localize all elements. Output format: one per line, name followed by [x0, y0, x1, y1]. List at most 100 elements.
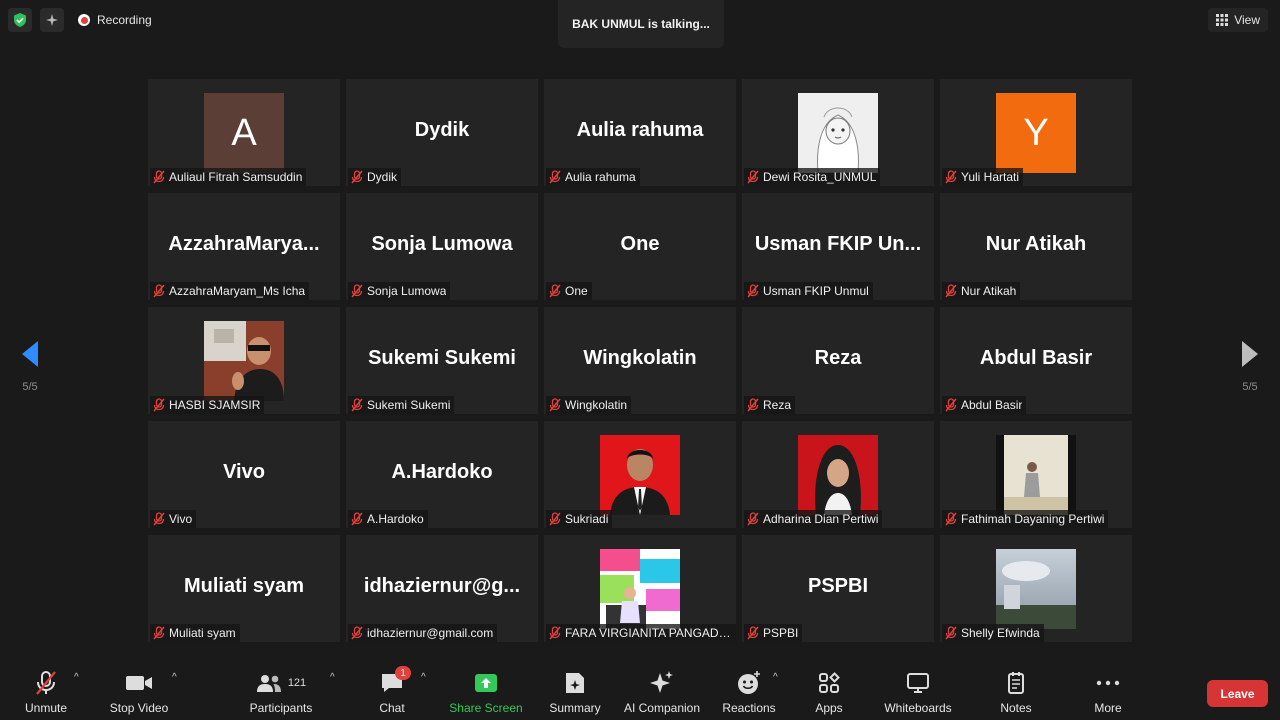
- muted-mic-icon: [945, 626, 957, 640]
- recording-indicator[interactable]: Recording: [78, 13, 152, 27]
- view-button[interactable]: View: [1208, 8, 1268, 32]
- summary-button[interactable]: Summary: [546, 670, 604, 715]
- participant-display-name: AzzahraMarya...: [168, 233, 320, 255]
- participant-tile[interactable]: Dydik Dydik: [346, 79, 538, 186]
- participant-tile[interactable]: Vivo Vivo: [148, 421, 340, 528]
- chat-options-caret-icon[interactable]: ^: [421, 672, 426, 683]
- summary-icon: [566, 673, 584, 693]
- participant-tile[interactable]: Aulia rahuma Aulia rahuma: [544, 79, 736, 186]
- unmute-button[interactable]: Unmute: [20, 670, 72, 715]
- muted-mic-icon: [747, 626, 759, 640]
- participant-display-name: Abdul Basir: [979, 347, 1093, 369]
- recording-dot-icon: [78, 14, 90, 26]
- prev-page-button[interactable]: 5/5: [15, 340, 45, 393]
- participant-name: Abdul Basir: [961, 398, 1023, 412]
- participant-tile[interactable]: Reza Reza: [742, 307, 934, 414]
- participant-display-name: Aulia rahuma: [576, 119, 704, 141]
- participant-name-label: Muliati syam: [150, 624, 240, 642]
- participant-tile[interactable]: A Auliaul Fitrah Samsuddin: [148, 79, 340, 186]
- participant-name-label: idhaziernur@gmail.com: [348, 624, 498, 642]
- participant-tile[interactable]: Muliati syam Muliati syam: [148, 535, 340, 642]
- reactions-label: Reactions: [722, 701, 776, 715]
- participants-button[interactable]: 121 Participants: [246, 670, 316, 715]
- participant-name: Auliaul Fitrah Samsuddin: [169, 170, 303, 184]
- stop-video-button[interactable]: Stop Video: [105, 670, 173, 715]
- participant-name-label: Aulia rahuma: [546, 168, 640, 186]
- whiteboards-button[interactable]: Whiteboards: [878, 670, 958, 715]
- participant-tile[interactable]: AzzahraMarya... AzzahraMaryam_Ms Icha: [148, 193, 340, 300]
- notes-button[interactable]: Notes: [994, 670, 1038, 715]
- more-label: More: [1094, 701, 1122, 715]
- next-page-button[interactable]: 5/5: [1235, 340, 1265, 393]
- ai-companion-label: AI Companion: [623, 701, 701, 715]
- reactions-options-caret-icon[interactable]: ^: [773, 672, 778, 683]
- participant-tile[interactable]: Sukemi Sukemi Sukemi Sukemi: [346, 307, 538, 414]
- chat-badge: 1: [395, 666, 411, 680]
- summary-label: Summary: [549, 701, 601, 715]
- participant-name: Sukriadi: [565, 512, 609, 526]
- participant-tile[interactable]: One One: [544, 193, 736, 300]
- more-button[interactable]: More: [1086, 670, 1130, 715]
- muted-mic-icon: [945, 512, 957, 526]
- participant-name-label: Sukriadi: [546, 510, 613, 528]
- stop-video-label: Stop Video: [109, 701, 169, 715]
- avatar-photo: [600, 435, 680, 515]
- participant-name-label: AzzahraMaryam_Ms Icha: [150, 282, 310, 300]
- muted-mic-icon: [945, 170, 957, 184]
- ai-companion-icon: [650, 671, 673, 693]
- muted-mic-icon: [549, 284, 561, 298]
- ai-sparkle-icon[interactable]: [40, 8, 64, 32]
- participant-tile[interactable]: Sonja Lumowa Sonja Lumowa: [346, 193, 538, 300]
- video-options-caret-icon[interactable]: ^: [172, 672, 177, 683]
- participant-tile[interactable]: Shelly Efwinda: [940, 535, 1132, 642]
- participant-name: Dydik: [367, 170, 398, 184]
- participant-display-name: Muliati syam: [183, 575, 305, 597]
- apps-icon: [819, 672, 840, 693]
- whiteboards-label: Whiteboards: [884, 701, 952, 715]
- participants-options-caret-icon[interactable]: ^: [330, 672, 335, 683]
- participant-tile[interactable]: Nur Atikah Nur Atikah: [940, 193, 1132, 300]
- participant-tile[interactable]: Dewi Rosita_UNMUL: [742, 79, 934, 186]
- audio-options-caret-icon[interactable]: ^: [74, 672, 79, 683]
- participant-display-name: idhaziernur@g...: [363, 575, 521, 597]
- avatar: A: [204, 93, 284, 173]
- muted-mic-icon: [153, 398, 165, 412]
- participant-name-label: Vivo: [150, 510, 197, 528]
- participant-name: Adharina Dian Pertiwi: [763, 512, 879, 526]
- share-screen-icon: [475, 674, 497, 692]
- participants-count: 121: [287, 677, 307, 689]
- participant-display-name: Sukemi Sukemi: [368, 347, 516, 369]
- participant-name: Nur Atikah: [961, 284, 1017, 298]
- participant-tile[interactable]: Y Yuli Hartati: [940, 79, 1132, 186]
- leave-button[interactable]: Leave: [1207, 680, 1268, 707]
- participant-name-label: Shelly Efwinda: [942, 624, 1044, 642]
- participant-tile[interactable]: Abdul Basir Abdul Basir: [940, 307, 1132, 414]
- muted-mic-icon: [747, 170, 759, 184]
- participant-name: Muliati syam: [169, 626, 236, 640]
- participant-tile[interactable]: Usman FKIP Un... Usman FKIP Unmul: [742, 193, 934, 300]
- chat-button[interactable]: 1 Chat: [372, 666, 412, 715]
- participant-name-label: Dewi Rosita_UNMUL: [744, 168, 881, 186]
- participant-tile[interactable]: FARA VIRGIANITA PANGADO...: [544, 535, 736, 642]
- muted-mic-icon: [549, 512, 561, 526]
- participant-tile[interactable]: Fathimah Dayaning Pertiwi: [940, 421, 1132, 528]
- participant-grid: A Auliaul Fitrah Samsuddin Dydik Dydik Aulia…: [148, 79, 1132, 642]
- share-screen-button[interactable]: Share Screen: [448, 670, 524, 715]
- participant-name: Shelly Efwinda: [961, 626, 1040, 640]
- participant-tile[interactable]: Sukriadi: [544, 421, 736, 528]
- participant-tile[interactable]: Adharina Dian Pertiwi: [742, 421, 934, 528]
- more-dots-icon: [1096, 680, 1120, 686]
- participant-tile[interactable]: idhaziernur@g... idhaziernur@gmail.com: [346, 535, 538, 642]
- reactions-button[interactable]: Reactions: [720, 670, 778, 715]
- avatar-photo: [204, 321, 284, 401]
- participant-tile[interactable]: Wingkolatin Wingkolatin: [544, 307, 736, 414]
- participant-tile[interactable]: A.Hardoko A.Hardoko: [346, 421, 538, 528]
- participant-name-label: Adharina Dian Pertiwi: [744, 510, 883, 528]
- apps-button[interactable]: Apps: [808, 670, 850, 715]
- participant-tile[interactable]: HASBI SJAMSIR: [148, 307, 340, 414]
- participant-tile[interactable]: PSPBI PSPBI: [742, 535, 934, 642]
- participant-name-label: Auliaul Fitrah Samsuddin: [150, 168, 307, 186]
- participant-name: Usman FKIP Unmul: [763, 284, 869, 298]
- security-shield-icon[interactable]: [8, 8, 32, 32]
- ai-companion-button[interactable]: AI Companion: [620, 670, 704, 715]
